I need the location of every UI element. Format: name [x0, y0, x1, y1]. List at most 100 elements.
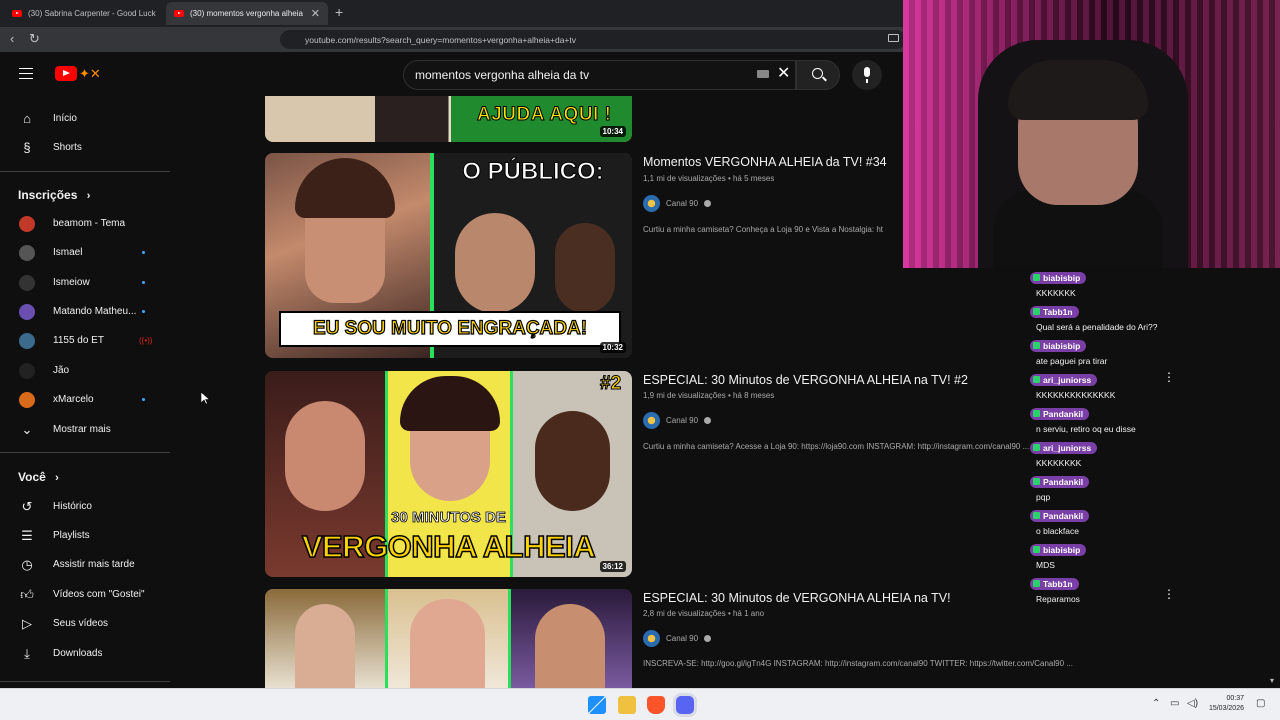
chat-username-text: biabisbip — [1043, 340, 1081, 351]
youtube-header: ✦✕ momentos vergonha alheia da tv ✕ — [0, 52, 903, 96]
view-count: 1,9 mi de visualizações — [643, 391, 726, 400]
video-duration: 10:34 — [599, 126, 626, 137]
back-icon[interactable]: ‹ — [10, 31, 14, 46]
browser-tab-active[interactable]: (30) momentos vergonha alheia ✕ — [166, 2, 328, 25]
more-options-icon[interactable]: ⋮ — [1163, 587, 1175, 601]
browser-tab[interactable]: (30) Sabrina Carpenter - Good Luck, — [4, 2, 164, 25]
sidebar-subscription[interactable]: beamom - Tema — [0, 209, 170, 238]
upload-age: há 1 ano — [732, 609, 765, 618]
sidebar-item-shorts[interactable]: § Shorts — [0, 133, 170, 162]
upload-age: há 5 meses — [732, 174, 775, 183]
chat-username[interactable]: Pandankil — [1030, 475, 1090, 488]
volume-icon[interactable]: ◁) — [1187, 698, 1198, 709]
chat-username[interactable]: ari_juniorss — [1030, 441, 1098, 454]
chevron-right-icon: › — [86, 190, 91, 202]
video-title[interactable]: ESPECIAL: 30 Minutos de VERGONHA ALHEIA … — [643, 373, 968, 387]
avatar — [19, 274, 35, 291]
thumbnail-person — [410, 599, 485, 688]
search-button[interactable] — [796, 60, 840, 90]
channel-link[interactable]: Canal 90 — [643, 630, 712, 647]
thumbnail-person — [555, 223, 615, 313]
new-tab-button[interactable]: + — [335, 4, 343, 20]
chat-username[interactable]: Pandankil — [1030, 509, 1090, 522]
channel-name: Canal 90 — [666, 416, 699, 425]
youtube-favicon-icon — [174, 10, 184, 17]
sidebar-item-your-videos[interactable]: ▷ Seus vídeos — [0, 609, 170, 638]
sidebar-item-downloads[interactable]: ⤓ Downloads — [0, 639, 170, 668]
subscription-label: Ismael — [53, 247, 83, 258]
sidebar-item-home[interactable]: ⌂ Início — [0, 104, 170, 133]
sidebar-subscription[interactable]: Ismael — [0, 238, 170, 267]
sidebar-subscription[interactable]: 1155 do ET ((•)) — [0, 326, 170, 355]
you-header-label: Você — [18, 470, 46, 484]
sidebar-item-watch-later[interactable]: ◷ Assistir mais tarde — [0, 550, 170, 579]
sidebar-item-playlists[interactable]: ☰ Playlists — [0, 521, 170, 550]
reload-icon[interactable]: ↻ — [29, 31, 40, 47]
discord-icon[interactable] — [676, 696, 694, 714]
menu-icon[interactable] — [19, 68, 33, 79]
youtube-logo[interactable] — [55, 66, 77, 81]
view-count: 1,1 mi de visualizações — [643, 174, 726, 183]
file-explorer-icon[interactable] — [618, 696, 636, 714]
sidebar-item-history[interactable]: ↺ Histórico — [0, 492, 170, 521]
avatar — [19, 332, 35, 349]
video-title[interactable]: ESPECIAL: 30 Minutos de VERGONHA ALHEIA … — [643, 591, 951, 605]
more-options-icon[interactable]: ⋮ — [1163, 370, 1175, 384]
chat-username-text: ari_juniorss — [1043, 374, 1092, 385]
channel-avatar — [643, 630, 660, 647]
channel-name: Canal 90 — [666, 634, 699, 643]
video-thumbnail[interactable] — [265, 589, 632, 688]
chat-username[interactable]: ari_juniorss — [1030, 373, 1098, 386]
chat-username[interactable]: Tabb1n — [1030, 305, 1079, 318]
streamer-hair — [1008, 60, 1148, 120]
video-meta: 1,9 mi de visualizações • há 8 meses — [643, 391, 775, 400]
sidebar-item-liked-videos[interactable]: 👍︎ Vídeos com "Gostei" — [0, 580, 170, 609]
network-icon[interactable]: ▭ — [1170, 698, 1179, 709]
subscription-label: beamom - Tema — [53, 218, 126, 229]
voice-search-button[interactable] — [852, 60, 882, 90]
thumbnail-person — [535, 604, 605, 688]
sidebar-subscription[interactable]: Ismeiow — [0, 268, 170, 297]
sidebar-subscription[interactable]: Jão — [0, 356, 170, 385]
chat-username[interactable]: biabisbip — [1030, 543, 1087, 556]
url-field[interactable]: youtube.com/results?search_query=momento… — [280, 30, 906, 49]
video-thumbnail[interactable]: O PÚBLICO: EU SOU MUITO ENGRAÇADA! 10:32 — [265, 153, 632, 358]
chat-text: MDS — [1036, 560, 1055, 570]
channel-link[interactable]: Canal 90 — [643, 412, 712, 429]
keyboard-icon[interactable] — [757, 70, 769, 78]
chat-username[interactable]: biabisbip — [1030, 271, 1087, 284]
windows-start-icon[interactable] — [588, 696, 606, 714]
tab-title: (30) momentos vergonha alheia — [190, 9, 303, 18]
subscription-label: xMarcelo — [53, 394, 94, 405]
video-title[interactable]: Momentos VERGONHA ALHEIA da TV! #34 — [643, 155, 887, 169]
video-thumbnail[interactable]: AJUDA AQUI ! 10:34 — [265, 96, 632, 142]
chevron-right-icon: › — [55, 472, 59, 484]
show-more-button[interactable]: ⌄ Mostrar mais — [0, 415, 170, 444]
close-tab-icon[interactable]: ✕ — [311, 7, 320, 20]
sidebar-subscription[interactable]: xMarcelo — [0, 385, 170, 414]
chat-username[interactable]: Tabb1n — [1030, 577, 1079, 590]
video-thumbnail[interactable]: #2 30 MINUTOS DE VERGONHA ALHEIA 36:12 — [265, 371, 632, 577]
avatar — [19, 391, 35, 408]
clock[interactable]: 00:37 15/03/2026 — [1209, 694, 1244, 714]
subscriptions-header[interactable]: Inscrições › — [18, 188, 90, 202]
cast-icon[interactable] — [888, 34, 899, 42]
verified-icon — [704, 200, 712, 207]
brave-browser-icon[interactable] — [647, 696, 665, 714]
chat-username[interactable]: biabisbip — [1030, 339, 1087, 352]
avatar — [19, 215, 35, 232]
chat-username[interactable]: Pandankil — [1030, 407, 1090, 420]
sidebar-item-label: Shorts — [53, 142, 82, 153]
notifications-icon[interactable]: ▢ — [1256, 698, 1265, 709]
sidebar-subscription[interactable]: Matando Matheu... — [0, 297, 170, 326]
clear-search-icon[interactable]: ✕ — [777, 63, 790, 83]
avatar — [19, 362, 35, 379]
search-input[interactable]: momentos vergonha alheia da tv — [403, 60, 796, 90]
chevron-up-icon[interactable]: ⌃ — [1152, 698, 1160, 709]
channel-link[interactable]: Canal 90 — [643, 195, 712, 212]
chat-username-text: Tabb1n — [1043, 306, 1073, 317]
you-header[interactable]: Você › — [18, 470, 59, 484]
scroll-down-icon[interactable]: ▾ — [1270, 676, 1274, 685]
search-icon — [812, 68, 823, 79]
search-query: momentos vergonha alheia da tv — [415, 68, 590, 82]
